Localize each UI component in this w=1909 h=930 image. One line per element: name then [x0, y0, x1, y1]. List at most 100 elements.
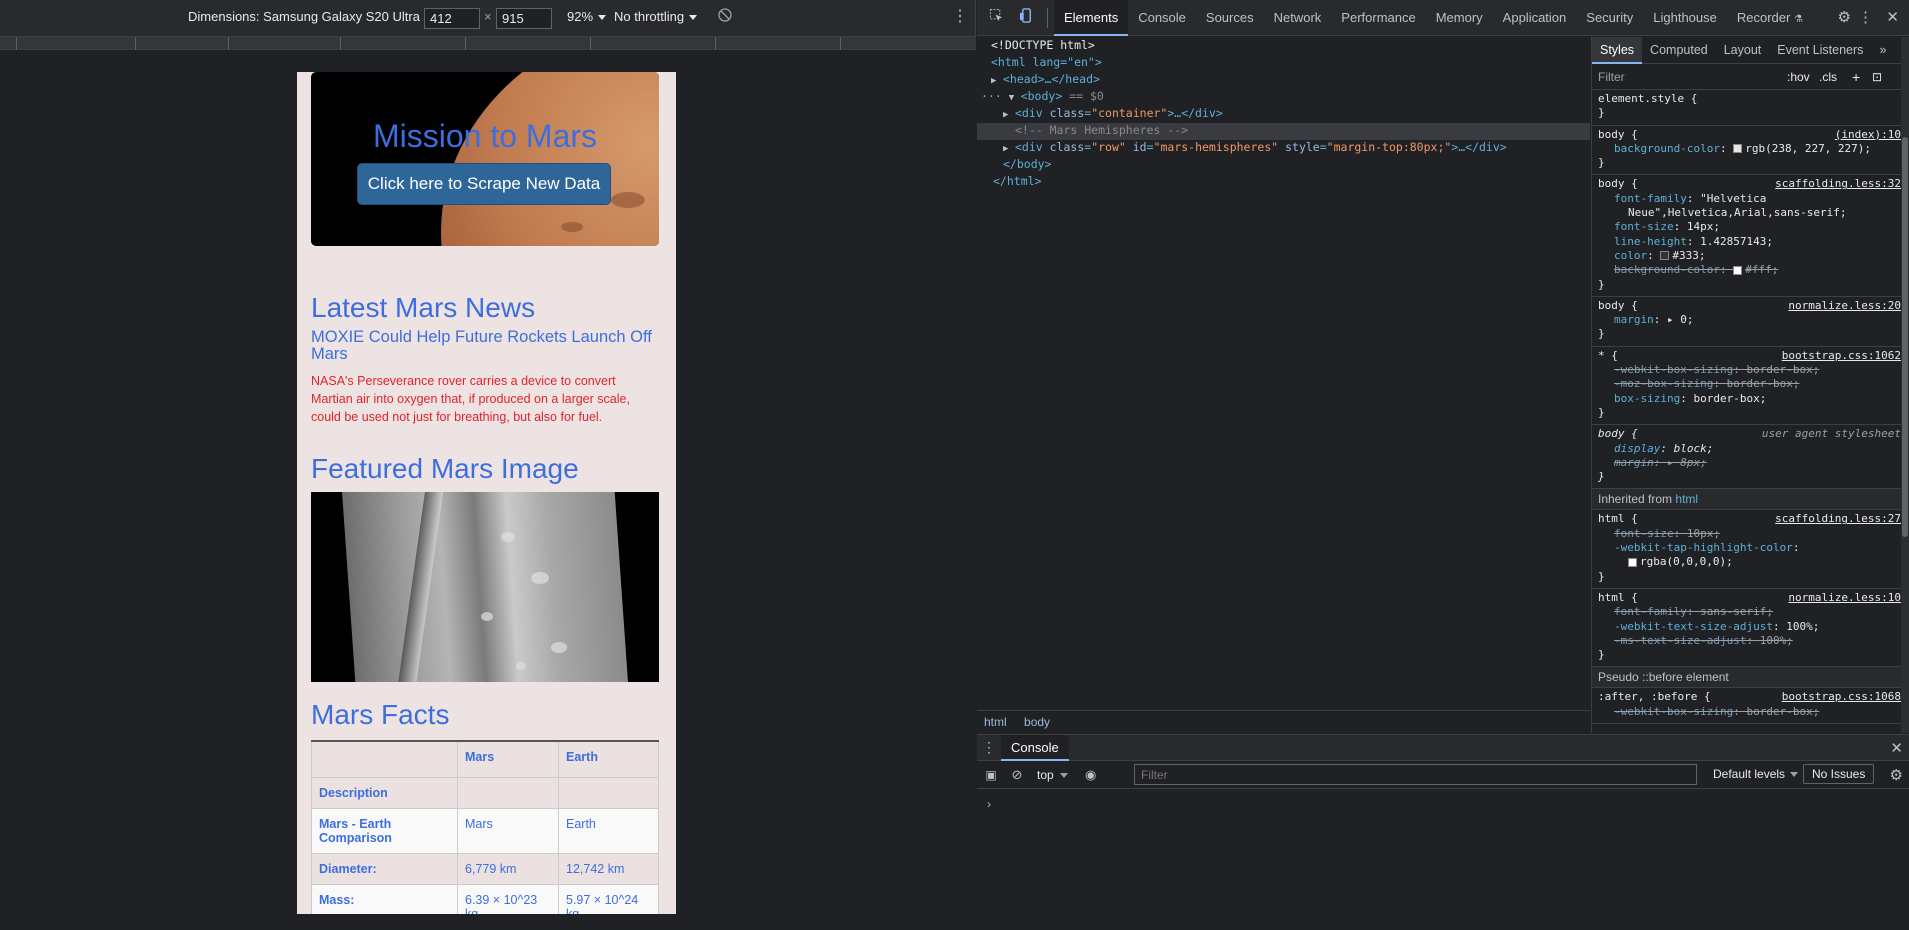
styles-filter-placeholder: Filter — [1598, 69, 1625, 84]
featured-image-heading: Featured Mars Image — [311, 453, 579, 484]
elements-dom-tree: <!DOCTYPE html> <html lang="en"> ▶ <head>… — [977, 37, 1590, 707]
table-cell: 6.39 × 10^23 kg — [457, 883, 559, 914]
dom-html-close[interactable]: </html> — [993, 173, 1041, 191]
tab-recorder-label: Recorder — [1736, 9, 1791, 25]
media-query-ruler[interactable] — [0, 36, 976, 50]
clear-console-icon[interactable]: ⊘ — [1005, 767, 1029, 783]
table-cell — [558, 776, 659, 809]
devtools-panel: Elements Console Sources Network Perform… — [977, 0, 1909, 930]
rule-source-link[interactable]: normalize.less:10 — [1788, 591, 1901, 605]
dom-comment[interactable]: <!-- Mars Hemispheres --> — [1015, 122, 1188, 140]
tab-memory[interactable]: Memory — [1426, 0, 1493, 36]
tab-sources[interactable]: Sources — [1196, 0, 1264, 36]
sidebar-toggle-icon[interactable]: ▣ — [977, 768, 1005, 782]
gear-icon[interactable]: ⚙ — [1838, 8, 1851, 26]
breadcrumb-item-html[interactable]: html — [984, 715, 1007, 729]
styles-filter-input[interactable]: Filter :hov .cls + ⊡ — [1592, 64, 1909, 90]
dom-html-open[interactable]: <html lang="en"> — [991, 54, 1102, 72]
class-toggle[interactable]: .cls — [1819, 70, 1837, 84]
tab-styles[interactable]: Styles — [1592, 37, 1643, 64]
close-icon[interactable]: ✕ — [1886, 8, 1899, 26]
dom-doctype[interactable]: <!DOCTYPE html> — [991, 37, 1095, 55]
rule-pseudo: bootstrap.css:1068 :after, :before { -we… — [1592, 688, 1909, 724]
tab-security[interactable]: Security — [1576, 0, 1643, 36]
featured-mars-image — [311, 492, 659, 682]
device-emulation-pane: Dimensions: Samsung Galaxy S20 Ultra × 9… — [0, 0, 976, 930]
close-icon[interactable]: ✕ — [1890, 739, 1903, 757]
facts-heading: Mars Facts — [311, 699, 450, 730]
throttling-label: No throttling — [614, 9, 685, 24]
tab-network[interactable]: Network — [1264, 0, 1332, 36]
eye-icon[interactable]: ◉ — [1076, 767, 1106, 783]
table-row: Description — [311, 776, 659, 809]
gear-icon[interactable]: ⚙ — [1890, 766, 1903, 784]
device-height-input[interactable] — [496, 8, 552, 29]
jumbotron-title: Mission to Mars — [372, 118, 598, 154]
console-drawer: ⋮ Console ✕ ▣ ⊘ top ◉ Default levels No … — [977, 734, 1909, 930]
zoom-dropdown[interactable]: 92% — [567, 9, 607, 24]
device-dimensions-dropdown[interactable]: Dimensions: Samsung Galaxy S20 Ultra — [188, 9, 433, 24]
more-tabs-icon[interactable]: » — [1871, 37, 1894, 64]
rule-body-normalize: normalize.less:20 body { margin: ▸ 0; } — [1592, 297, 1909, 347]
context-selector[interactable]: top — [1037, 768, 1068, 782]
rule-source-link[interactable]: scaffolding.less:27 — [1775, 512, 1901, 526]
device-toolbar: Dimensions: Samsung Galaxy S20 Ultra × 9… — [0, 0, 975, 36]
table-header-cell: Earth — [558, 740, 659, 778]
scrape-button[interactable]: Click here to Scrape New Data — [357, 163, 611, 205]
log-levels-dropdown[interactable]: Default levels — [1713, 767, 1799, 781]
new-rule-button[interactable]: + — [1852, 69, 1860, 85]
inherited-section-header: Inherited from html — [1592, 489, 1909, 511]
tab-elements[interactable]: Elements — [1054, 0, 1129, 36]
drawer-menu-icon[interactable]: ⋮ — [977, 739, 1001, 756]
tab-recorder[interactable]: Recorder ⚗ — [1727, 0, 1813, 36]
tab-layout[interactable]: Layout — [1716, 37, 1770, 64]
styles-tabbar: Styles Computed Layout Event Listeners » — [1592, 37, 1909, 64]
console-toolbar: ▣ ⊘ top ◉ Default levels No Issues ⚙ — [977, 761, 1909, 789]
tab-application[interactable]: Application — [1493, 0, 1577, 36]
color-swatch — [1660, 251, 1670, 261]
rule-source-link[interactable]: normalize.less:20 — [1788, 299, 1901, 313]
rule-body-scaffolding: scaffolding.less:32 body { font-family: … — [1592, 175, 1909, 297]
dom-row-div[interactable]: ▶ <div class="row" id="mars-hemispheres" … — [1003, 139, 1507, 159]
table-header-cell: Mars — [457, 740, 559, 778]
rule-html-scaffolding: scaffolding.less:27 html { font-size: 10… — [1592, 510, 1909, 589]
more-vert-icon[interactable]: ⋮ — [952, 6, 968, 26]
computed-sidebar-icon[interactable]: ⊡ — [1872, 70, 1882, 84]
styles-scrollbar[interactable] — [1901, 37, 1909, 733]
rotate-icon[interactable] — [717, 7, 733, 26]
tab-performance[interactable]: Performance — [1331, 0, 1425, 36]
tab-event-listeners[interactable]: Event Listeners — [1769, 37, 1871, 64]
device-toggle-icon[interactable] — [1011, 8, 1041, 27]
drawer-tab-console[interactable]: Console — [1001, 734, 1069, 761]
expand-triangle-icon: ▶ — [1003, 110, 1009, 120]
table-header-row: Mars Earth — [311, 740, 659, 778]
table-cell: Mars — [457, 807, 559, 854]
flask-icon: ⚗ — [1793, 13, 1803, 25]
hover-state-toggle[interactable]: :hov — [1787, 70, 1810, 84]
table-header-cell — [311, 740, 458, 778]
styles-pane: Styles Computed Layout Event Listeners »… — [1591, 37, 1909, 733]
breadcrumb-item-body[interactable]: body — [1024, 715, 1050, 729]
table-cell: Description — [311, 776, 458, 809]
console-filter-input[interactable] — [1134, 764, 1697, 785]
table-cell: Mass: — [311, 883, 458, 914]
dom-body-close[interactable]: </body> — [1003, 156, 1051, 174]
rule-source-link[interactable]: bootstrap.css:1068 — [1782, 690, 1901, 704]
issues-button[interactable]: No Issues — [1803, 764, 1875, 784]
tab-computed[interactable]: Computed — [1642, 37, 1716, 64]
tab-console[interactable]: Console — [1128, 0, 1196, 36]
color-swatch — [1733, 144, 1743, 154]
more-vert-icon[interactable]: ⋮ — [1858, 8, 1873, 26]
chevron-down-icon — [598, 15, 607, 21]
throttling-dropdown[interactable]: No throttling — [614, 9, 698, 24]
console-prompt[interactable]: › — [987, 797, 991, 811]
tab-lighthouse[interactable]: Lighthouse — [1643, 0, 1727, 36]
color-swatch — [1628, 557, 1637, 567]
rule-source-link[interactable]: scaffolding.less:32 — [1775, 177, 1901, 191]
inspect-element-icon[interactable] — [981, 8, 1011, 27]
device-width-input[interactable] — [424, 8, 480, 29]
table-cell: Diameter: — [311, 852, 458, 885]
rule-source-link[interactable]: bootstrap.css:1062 — [1782, 349, 1901, 363]
rule-source-link[interactable]: (index):10 — [1835, 128, 1901, 142]
mars-facts-table: Mars Earth Description Mars - Earth Comp… — [311, 740, 659, 914]
